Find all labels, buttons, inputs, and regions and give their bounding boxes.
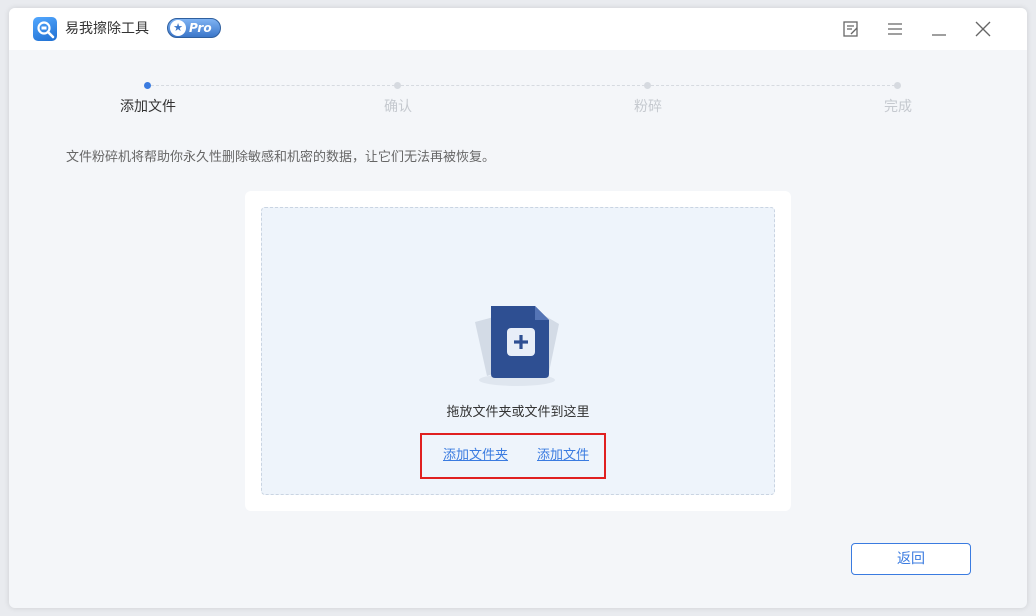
step-dot-confirm [394, 82, 401, 89]
magnifier-eraser-icon [33, 17, 57, 41]
star-icon: ★ [170, 20, 186, 36]
step-dot-add-files [144, 82, 151, 89]
step-connector [401, 85, 645, 86]
step-connector [651, 85, 895, 86]
drop-card: 拖放文件夹或文件到这里 添加文件夹 添加文件 [245, 191, 791, 511]
step-label-done: 完成 [884, 99, 912, 115]
back-button[interactable]: 返回 [851, 543, 971, 575]
step-label-shred: 粉碎 [634, 99, 662, 115]
file-dropzone[interactable]: 拖放文件夹或文件到这里 添加文件夹 添加文件 [261, 207, 775, 495]
pro-badge-label: Pro [189, 21, 212, 35]
app-window: 易我擦除工具 ★ Pro 添加文件 确认 粉碎 完成 文件粉碎机将帮助你永久性删… [9, 8, 1027, 608]
minimize-icon[interactable] [929, 19, 949, 39]
step-dot-shred [644, 82, 651, 89]
add-folder-link[interactable]: 添加文件夹 [443, 447, 508, 465]
menu-icon[interactable] [885, 19, 905, 39]
close-icon[interactable] [973, 19, 993, 39]
pro-badge: ★ Pro [167, 18, 221, 38]
title-bar: 易我擦除工具 ★ Pro [9, 8, 1027, 50]
step-label-confirm: 确认 [384, 99, 412, 115]
drop-hint: 拖放文件夹或文件到这里 [446, 405, 590, 420]
step-connector [151, 85, 395, 86]
add-file-link[interactable]: 添加文件 [537, 447, 589, 465]
shredder-description: 文件粉碎机将帮助你永久性删除敏感和机密的数据，让它们无法再被恢复。 [66, 150, 496, 165]
step-dot-done [894, 82, 901, 89]
add-file-icon [457, 294, 577, 394]
app-title: 易我擦除工具 [65, 21, 149, 37]
progress-steps: 添加文件 确认 粉碎 完成 [9, 78, 1027, 118]
feedback-icon[interactable] [841, 19, 861, 39]
step-label-add-files: 添加文件 [120, 99, 176, 115]
